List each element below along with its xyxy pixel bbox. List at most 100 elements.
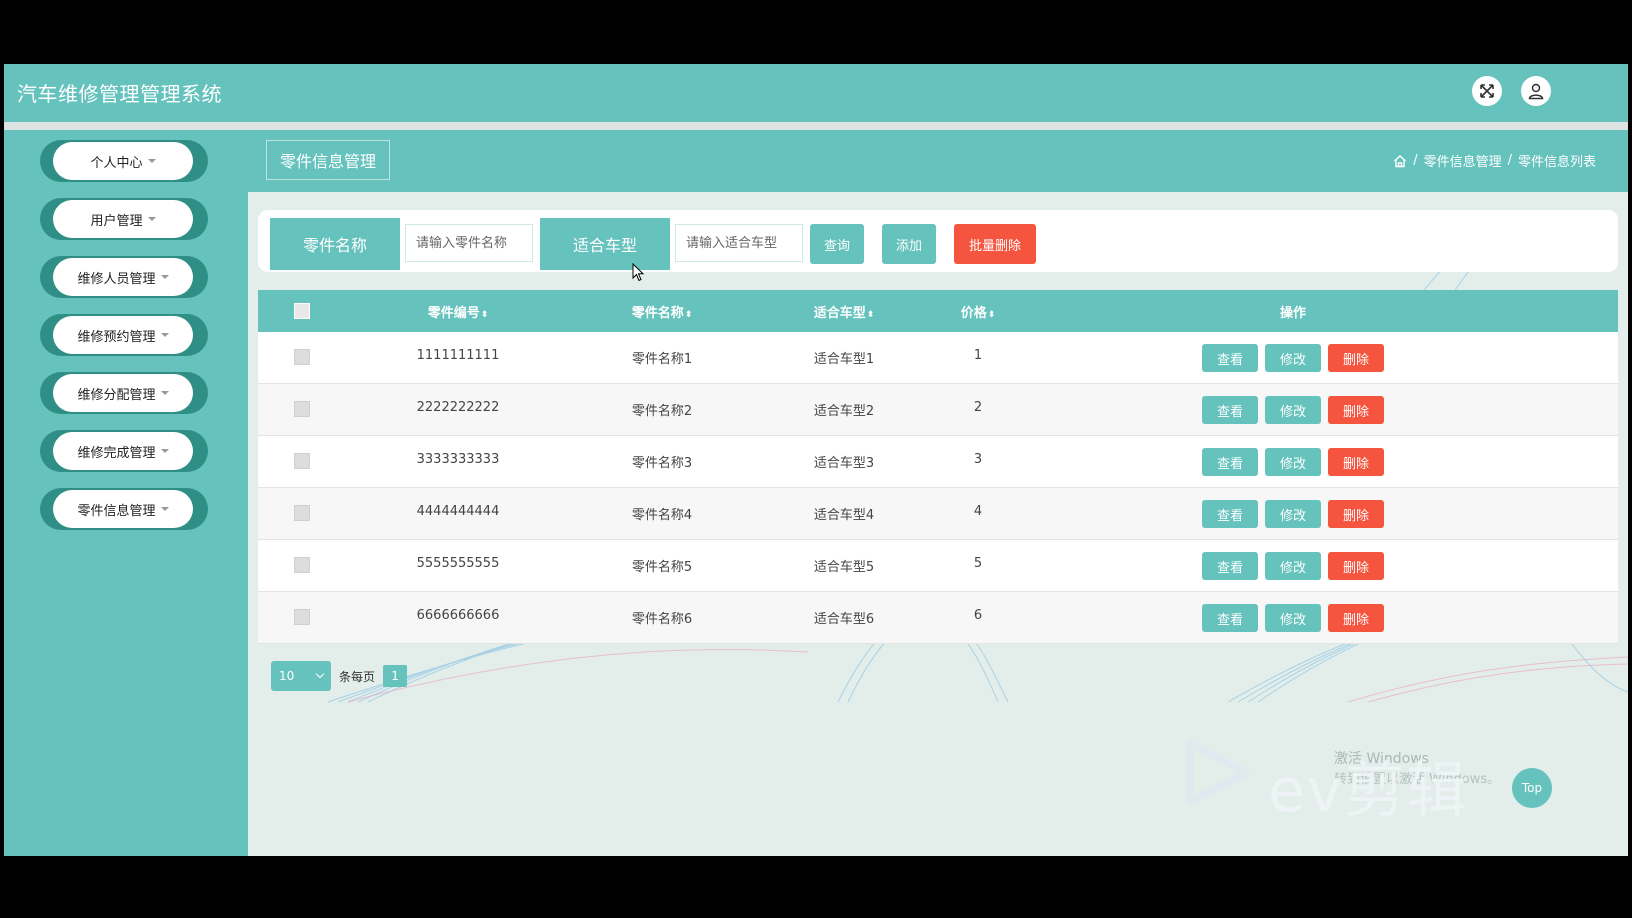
delete-button[interactable]: 删除 [1328,344,1384,372]
sidebar-item-personal-center[interactable]: 个人中心 [40,140,208,182]
page-number-current[interactable]: 1 [383,665,408,687]
edit-button[interactable]: 修改 [1265,448,1321,476]
page-size-value: 10 [279,669,295,683]
edit-button[interactable]: 修改 [1265,396,1321,424]
part-name-cell: 零件名称4 [631,508,693,523]
fullscreen-button[interactable] [1472,76,1502,106]
view-button[interactable]: 查看 [1202,396,1258,424]
delete-button[interactable]: 删除 [1328,448,1384,476]
edit-button[interactable]: 修改 [1265,500,1321,528]
sidebar-item-parts-info[interactable]: 零件信息管理 [40,488,208,530]
delete-button[interactable]: 删除 [1328,396,1384,424]
view-button[interactable]: 查看 [1202,552,1258,580]
page-size-select[interactable]: 10 [271,661,331,691]
vehicle-model-input[interactable] [675,224,803,262]
vehicle-model-cell: 适合车型2 [813,404,875,419]
part-code-cell: 2222222222 [416,400,500,415]
part-name-input[interactable] [405,224,533,262]
part-code-cell: 6666666666 [416,608,500,623]
select-all-checkbox[interactable] [294,303,310,319]
caret-down-icon [160,333,169,337]
query-button[interactable]: 查询 [810,224,864,264]
sidebar-item-repair-assignment[interactable]: 维修分配管理 [40,372,208,414]
caret-down-icon [147,217,156,221]
part-code-cell: 3333333333 [416,452,500,467]
row-checkbox[interactable] [294,401,310,417]
breadcrumb-item-parts-management[interactable]: 零件信息管理 [1424,151,1502,170]
sidebar-item-label: 零件信息管理 [77,503,156,519]
batch-delete-button[interactable]: 批量删除 [954,224,1036,264]
column-header-price[interactable]: 价格⬍ [961,302,996,321]
expand-icon [1480,84,1494,98]
edit-button[interactable]: 修改 [1265,604,1321,632]
vehicle-model-label: 适合车型 [540,218,670,270]
delete-button[interactable]: 删除 [1328,552,1384,580]
sort-icon[interactable]: ⬍ [988,310,996,320]
view-button[interactable]: 查看 [1202,344,1258,372]
row-checkbox[interactable] [294,557,310,573]
table-row: 6666666666 零件名称6 适合车型6 6 查看 修改 删除 [258,592,1618,644]
delete-button[interactable]: 删除 [1328,500,1384,528]
user-menu-button[interactable] [1521,76,1551,106]
column-header-operations: 操作 [1279,306,1307,321]
sort-icon[interactable]: ⬍ [685,310,693,320]
sidebar-item-label: 维修分配管理 [77,387,156,403]
user-icon [1528,83,1544,100]
sidebar-item-label: 个人中心 [90,155,143,171]
back-to-top-button[interactable]: Top [1512,768,1552,808]
column-header-vehicle-model[interactable]: 适合车型⬍ [814,302,875,321]
breadcrumb-separator: / [1507,153,1512,168]
caret-down-icon [160,507,169,511]
parts-table: 零件编号⬍ 零件名称⬍ 适合车型⬍ 价格⬍ 操作 1111111111 零件名称… [258,290,1618,644]
vehicle-model-cell: 适合车型1 [813,352,875,367]
delete-button[interactable]: 删除 [1328,604,1384,632]
row-checkbox[interactable] [294,349,310,365]
row-checkbox[interactable] [294,609,310,625]
view-button[interactable]: 查看 [1202,448,1258,476]
view-button[interactable]: 查看 [1202,500,1258,528]
add-button[interactable]: 添加 [882,224,936,264]
view-button[interactable]: 查看 [1202,604,1258,632]
page-title: 零件信息管理 [266,140,390,180]
sidebar-item-repair-completion[interactable]: 维修完成管理 [40,430,208,472]
sort-icon[interactable]: ⬍ [481,310,489,320]
sidebar-item-label: 维修预约管理 [77,329,156,345]
table-row: 4444444444 零件名称4 适合车型4 4 查看 修改 删除 [258,488,1618,540]
edit-button[interactable]: 修改 [1265,552,1321,580]
breadcrumb-separator: / [1413,153,1418,168]
price-cell: 1 [973,348,983,363]
top-navbar: 汽车维修管理管理系统 [4,64,1628,122]
part-name-cell: 零件名称6 [631,612,693,627]
price-cell: 2 [973,400,983,415]
caret-down-icon [147,159,156,163]
sidebar-item-user-management[interactable]: 用户管理 [40,198,208,240]
breadcrumb: / 零件信息管理 / 零件信息列表 [1393,151,1596,170]
chevron-down-icon [315,669,325,679]
edit-button[interactable]: 修改 [1265,344,1321,372]
sidebar-item-repair-booking[interactable]: 维修预约管理 [40,314,208,356]
navbar-divider [4,122,1628,130]
price-cell: 3 [973,452,983,467]
table-row: 3333333333 零件名称3 适合车型3 3 查看 修改 删除 [258,436,1618,488]
watermark-text: ev剪辑 [1268,756,1469,826]
caret-down-icon [160,275,169,279]
home-icon[interactable] [1393,154,1407,168]
part-name-cell: 零件名称2 [631,404,693,419]
sidebar: 个人中心 用户管理 维修人员管理 维修预约管理 维修分配管理 维修完成管理 零件… [4,130,248,856]
breadcrumb-bar: 零件信息管理 / 零件信息管理 / 零件信息列表 [248,130,1628,192]
vehicle-model-cell: 适合车型4 [813,508,875,523]
caret-down-icon [160,391,169,395]
row-checkbox[interactable] [294,505,310,521]
part-name-cell: 零件名称3 [631,456,693,471]
vehicle-model-cell: 适合车型5 [813,560,875,575]
row-checkbox[interactable] [294,453,310,469]
price-cell: 6 [973,608,983,623]
app-window: 汽车维修管理管理系统 个人中心 用户管理 维修人员管理 维修预约管理 维修分配管… [4,64,1628,856]
column-header-part-name[interactable]: 零件名称⬍ [632,302,693,321]
play-logo-icon [1186,740,1250,806]
sidebar-item-repair-staff[interactable]: 维修人员管理 [40,256,208,298]
part-name-label: 零件名称 [270,218,400,270]
column-header-part-code[interactable]: 零件编号⬍ [428,302,489,321]
part-name-cell: 零件名称5 [631,560,693,575]
sort-icon[interactable]: ⬍ [867,310,875,320]
